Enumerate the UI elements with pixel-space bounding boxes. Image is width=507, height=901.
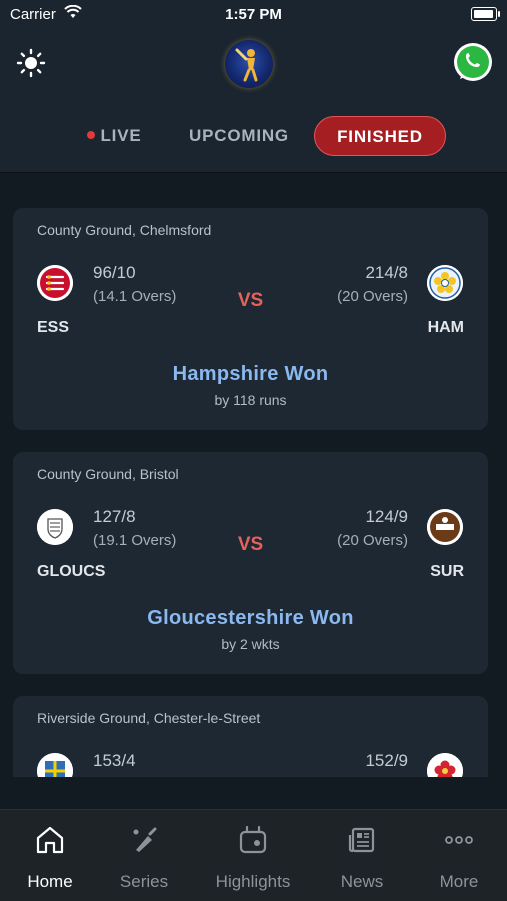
home-icon bbox=[36, 826, 64, 854]
tabbar-highlights-label: Highlights bbox=[215, 872, 291, 891]
tabbar-home[interactable]: Home bbox=[0, 810, 100, 901]
venue-label: County Ground, Chelmsford bbox=[37, 222, 212, 238]
tabbar-news[interactable]: News bbox=[312, 810, 412, 901]
bottom-tab-bar: Home Series Highlights News More bbox=[0, 809, 507, 901]
tabbar-series[interactable]: Series bbox=[94, 810, 194, 901]
team2-score: 214/8 bbox=[365, 263, 408, 282]
tab-live-label: LIVE bbox=[100, 126, 142, 145]
tab-upcoming[interactable]: UPCOMING bbox=[186, 116, 292, 156]
status-bar: Carrier 1:57 PM bbox=[0, 0, 507, 30]
venue-label: Riverside Ground, Chester-le-Street bbox=[37, 710, 261, 726]
tab-finished-label: FINISHED bbox=[337, 127, 423, 146]
more-icon bbox=[445, 836, 473, 844]
news-icon bbox=[348, 827, 375, 853]
tab-upcoming-label: UPCOMING bbox=[189, 126, 289, 145]
tabbar-more-label: More bbox=[439, 872, 479, 891]
match-result: Hampshire Won bbox=[172, 363, 329, 385]
match-status-tabs: LIVE UPCOMING FINISHED bbox=[0, 116, 507, 160]
live-dot-icon bbox=[86, 130, 95, 139]
tabbar-highlights[interactable]: Highlights bbox=[203, 810, 303, 901]
surrey-logo-icon bbox=[427, 509, 463, 545]
durham-logo-icon bbox=[37, 753, 73, 777]
team1-score: 127/8 bbox=[93, 507, 136, 526]
batsman-icon bbox=[235, 48, 258, 82]
battery-icon bbox=[471, 7, 500, 21]
team1-score: 96/10 bbox=[93, 263, 136, 282]
team2-score: 124/9 bbox=[365, 507, 408, 526]
whatsapp-icon[interactable] bbox=[451, 40, 495, 84]
tab-live[interactable]: LIVE bbox=[84, 116, 144, 156]
lancashire-logo-icon bbox=[427, 753, 463, 777]
team1-abbr: GLOUCS bbox=[37, 563, 106, 580]
team2-score: 152/9 bbox=[365, 751, 408, 770]
tabbar-more[interactable]: More bbox=[409, 810, 507, 901]
app-logo bbox=[225, 40, 273, 88]
sun-icon[interactable] bbox=[16, 48, 46, 78]
match-card[interactable]: County Ground, Chelmsford 96/10 (14.1 Ov… bbox=[13, 208, 488, 430]
app-header: LIVE UPCOMING FINISHED bbox=[0, 30, 507, 173]
tabbar-home-label: Home bbox=[27, 872, 73, 891]
team2-overs: (20 Overs) bbox=[337, 532, 408, 549]
result-margin: by 118 runs bbox=[214, 392, 287, 408]
team1-abbr: ESS bbox=[37, 319, 70, 336]
result-margin: by 2 wkts bbox=[221, 636, 280, 652]
venue-label: County Ground, Bristol bbox=[37, 466, 179, 482]
hampshire-logo-icon bbox=[427, 265, 463, 301]
match-card[interactable]: County Ground, Bristol 127/8 (19.1 Overs… bbox=[13, 452, 488, 674]
team2-overs: (20 Overs) bbox=[337, 288, 408, 305]
vs-label: VS bbox=[237, 290, 264, 311]
team1-score: 153/4 bbox=[93, 751, 136, 770]
cricket-bat-icon bbox=[133, 827, 157, 852]
team2-abbr: HAM bbox=[427, 319, 464, 336]
highlights-icon bbox=[239, 825, 267, 854]
match-result: Gloucestershire Won bbox=[147, 607, 354, 629]
team2-abbr: SUR bbox=[430, 563, 464, 580]
match-list[interactable]: County Ground, Chelmsford 96/10 (14.1 Ov… bbox=[0, 173, 507, 777]
tab-finished[interactable]: FINISHED bbox=[314, 116, 446, 156]
status-time: 1:57 PM bbox=[225, 6, 282, 23]
tabbar-news-label: News bbox=[340, 872, 384, 891]
vs-label: VS bbox=[237, 534, 264, 555]
tabbar-series-label: Series bbox=[119, 872, 169, 891]
match-card[interactable]: Riverside Ground, Chester-le-Street 153/… bbox=[13, 696, 488, 777]
